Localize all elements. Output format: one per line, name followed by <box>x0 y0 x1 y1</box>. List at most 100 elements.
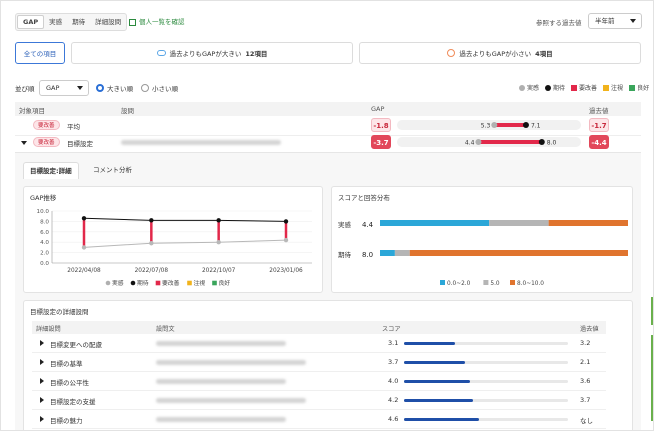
legend-swatch <box>155 280 161 286</box>
category-label: 期待 <box>338 250 352 259</box>
actual-label: 4.4 <box>465 140 475 147</box>
collapse-toggle-icon[interactable] <box>21 141 27 145</box>
score-bar <box>404 399 568 402</box>
legend-label: 良好 <box>219 279 231 287</box>
chevron-down-icon <box>77 86 83 90</box>
legend-label: 実感 <box>112 279 124 287</box>
tab-detail-questions[interactable]: 詳細設問 <box>90 14 126 30</box>
sun-icon <box>447 49 456 57</box>
expand-toggle-icon[interactable] <box>40 340 44 346</box>
app-frame: GAP 実感 期待 詳細設問 個人一覧を確認 参照する過去値 半年前 全ての項目… <box>0 0 654 431</box>
status-badge: 要改善 <box>33 137 60 147</box>
legend-swatch <box>212 280 217 286</box>
detail-questions-title: 目標設定の詳細設問 <box>30 308 89 316</box>
tab-goal-detail[interactable]: 目標設定:詳細 <box>23 162 79 179</box>
legend-item: 良好 <box>629 83 649 92</box>
actual-point <box>475 139 482 145</box>
x-tick-label: 2022/07/08 <box>135 268 169 274</box>
detail-row[interactable]: 目標の魅力 4.6 なし <box>32 410 606 429</box>
expected-point <box>522 122 529 128</box>
cloud-icon <box>156 50 166 56</box>
detail-panel: 目標設定:詳細 コメント分析 GAP推移 10.0 8.0 6.0 4.0 2.0 0.0… <box>15 152 641 430</box>
radio-desc-label: 大きい順 <box>107 85 133 93</box>
detail-row[interactable]: 目標の公平性 4.0 3.6 <box>32 372 606 391</box>
gap-bar-chart: 4.4 8.0 <box>465 139 557 147</box>
table-row-goal-setting[interactable]: 要改善 目標設定 -3.7 4.4 8.0 -4.4 <box>15 133 641 153</box>
legend-label: 期待 <box>137 279 149 287</box>
external-link-icon <box>129 18 136 26</box>
sort-select[interactable]: GAP <box>39 80 89 96</box>
stacked-bar-segment <box>548 220 628 226</box>
radio-desc[interactable] <box>96 84 104 92</box>
sort-select-value: GAP <box>46 84 60 92</box>
detail-row[interactable]: 目標変更への配慮 3.1 3.2 <box>32 334 606 353</box>
gap-bar-chart: 5.3 7.1 <box>481 122 541 130</box>
scroll-indicator[interactable] <box>651 335 653 421</box>
detail-name: 目標設定の支援 <box>50 398 96 406</box>
x-tick-label: 2022/10/07 <box>202 268 236 274</box>
period-select[interactable]: 半年前 <box>588 13 642 29</box>
tab-gap[interactable]: GAP <box>17 15 45 29</box>
chevron-down-icon <box>630 19 636 23</box>
expand-toggle-icon[interactable] <box>40 359 44 365</box>
legend-swatch <box>483 280 489 285</box>
score-bar-fill <box>404 361 465 364</box>
filter-all-label: 全ての項目 <box>23 50 57 58</box>
detail-row[interactable]: 目標設定の支援 4.2 3.7 <box>32 391 606 410</box>
detail-score: 4.6 <box>388 415 399 423</box>
detail-name: 目標変更への配慮 <box>50 341 102 349</box>
col-detail-score: スコア <box>382 326 401 333</box>
filter-larger-label: 過去よりもGAPが大きい <box>169 50 242 58</box>
score-bar <box>404 342 568 345</box>
expected-point <box>538 139 545 145</box>
stacked-bar-segment <box>409 250 628 256</box>
score-bar <box>404 380 568 383</box>
legend-label: 要改善 <box>579 85 598 92</box>
filter-smaller-gap-button[interactable]: 過去よりもGAPが小さい 4項目 <box>359 42 641 64</box>
series-line <box>83 217 287 222</box>
detail-row[interactable]: 目標の基準 3.7 2.1 <box>32 353 606 372</box>
y-tick-label: 10.0 <box>37 209 50 215</box>
detail-table-header: 詳細設問 設問文 スコア 過去値 <box>32 321 606 334</box>
legend-label: 5.0 <box>490 281 500 287</box>
view-tabs: GAP 実感 期待 詳細設問 <box>15 13 128 31</box>
data-point <box>216 218 221 223</box>
legend-label: 期待 <box>553 85 566 92</box>
gap-bar: 4.4 8.0 <box>397 137 581 147</box>
scroll-indicator[interactable] <box>651 297 653 325</box>
legend-swatch <box>187 280 192 286</box>
col-detail-name: 詳細設問 <box>36 326 61 333</box>
tab-expected[interactable]: 期待 <box>67 14 90 30</box>
y-tick-label: 0.0 <box>40 261 49 267</box>
col-item: 対象項目 <box>19 107 45 115</box>
expand-toggle-icon[interactable] <box>40 416 44 422</box>
legend-swatch <box>571 84 578 91</box>
stacked-bar-segment <box>380 250 395 256</box>
score-bar-fill <box>404 342 455 345</box>
data-point <box>81 216 87 221</box>
legend-swatch <box>629 84 636 91</box>
legend-item: 期待 <box>545 83 565 92</box>
y-tick-label: 2.0 <box>40 251 49 257</box>
detail-name: 目標の基準 <box>50 360 83 368</box>
series-line <box>83 239 287 248</box>
filter-larger-gap-button[interactable]: 過去よりもGAPが大きい 12項目 <box>71 42 353 64</box>
tab-actual[interactable]: 実感 <box>44 14 67 30</box>
detail-score: 3.1 <box>388 339 399 347</box>
stacked-bar-segment <box>380 220 490 226</box>
x-tick-label: 2022/04/08 <box>67 268 101 274</box>
y-tick-label: 8.0 <box>40 219 49 225</box>
detail-name: 目標の公平性 <box>50 379 89 387</box>
radio-asc[interactable] <box>141 84 149 92</box>
tab-comment-analysis[interactable]: コメント分析 <box>87 162 138 179</box>
filter-smaller-count: 4項目 <box>535 50 553 58</box>
y-tick-label: 6.0 <box>40 230 49 236</box>
legend-label: 良好 <box>637 85 650 92</box>
filter-all-button[interactable]: 全ての項目 <box>15 42 65 64</box>
individual-list-link[interactable]: 個人一覧を確認 <box>129 16 185 26</box>
expand-toggle-icon[interactable] <box>40 378 44 384</box>
legend-item: 注視 <box>603 83 623 92</box>
sort-row: 並び順 <box>15 83 35 93</box>
expand-toggle-icon[interactable] <box>40 397 44 403</box>
data-point <box>149 218 154 223</box>
